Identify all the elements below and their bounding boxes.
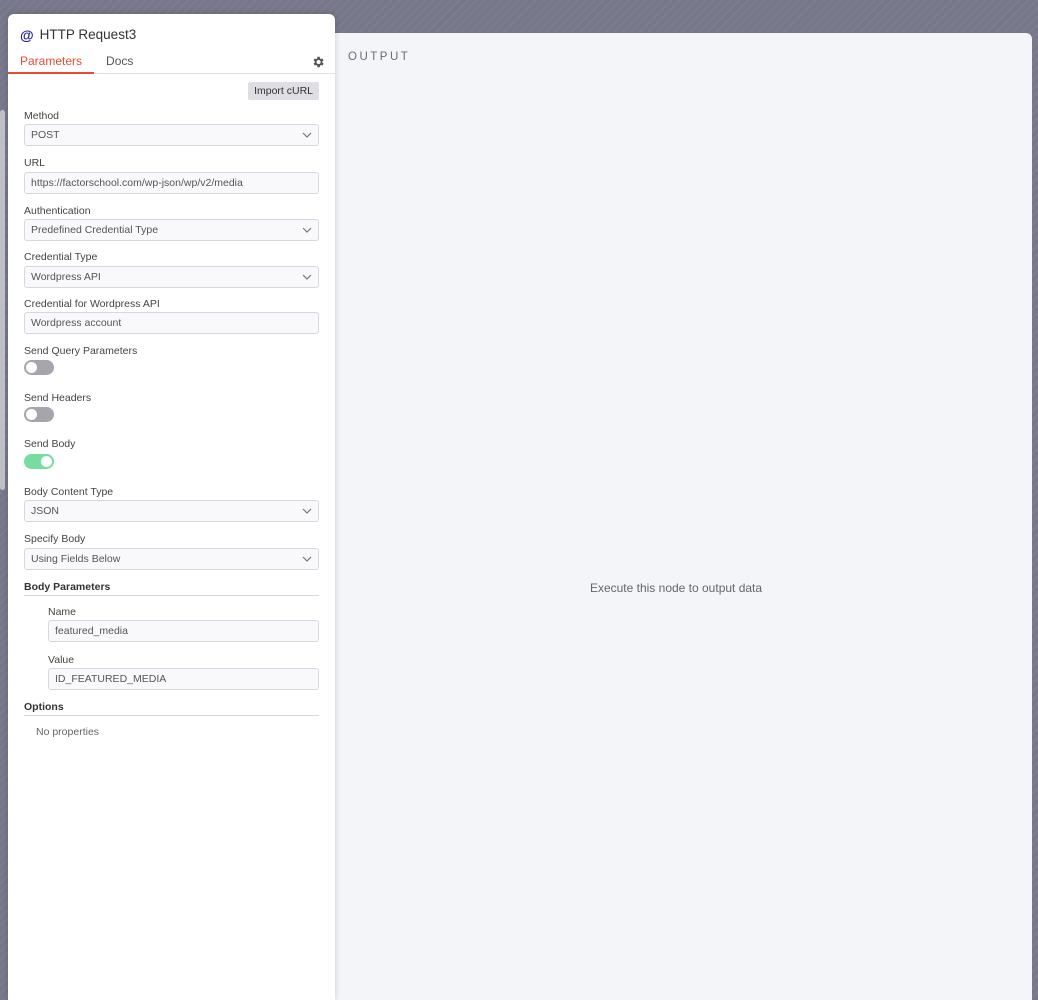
url-value: https://factorschool.com/wp-json/wp/v2/m… xyxy=(31,177,243,189)
credential-type-label: Credential Type xyxy=(24,251,98,263)
body-param-name-label: Name xyxy=(48,606,77,618)
options-title: Options xyxy=(24,701,319,716)
send-body-toggle[interactable] xyxy=(24,454,54,469)
parameters-panel: @ HTTP Request3 Parameters Docs Import c… xyxy=(0,14,335,1000)
credential-value: Wordpress account xyxy=(31,317,122,329)
toggle-knob xyxy=(41,456,52,467)
authentication-label: Authentication xyxy=(24,205,91,217)
tab-parameters[interactable]: Parameters xyxy=(8,54,95,74)
chevron-down-icon xyxy=(302,556,312,562)
specify-body-select[interactable]: Using Fields Below xyxy=(24,548,319,570)
authentication-value: Predefined Credential Type xyxy=(31,224,159,236)
credential-type-select[interactable]: Wordpress API xyxy=(24,266,319,288)
send-headers-label: Send Headers xyxy=(24,392,92,404)
body-param-name-input[interactable]: featured_media xyxy=(48,620,319,642)
tab-docs[interactable]: Docs xyxy=(94,54,145,74)
panel-header: @ HTTP Request3 Parameters Docs xyxy=(8,14,335,74)
toggle-knob xyxy=(26,362,37,373)
body-param-value-label: Value xyxy=(48,654,75,666)
chevron-down-icon xyxy=(302,132,312,138)
chevron-down-icon xyxy=(302,274,312,280)
url-label: URL xyxy=(24,157,46,169)
credential-select[interactable]: Wordpress account xyxy=(24,312,319,334)
toggle-knob xyxy=(26,409,37,420)
scrollbar-thumb[interactable] xyxy=(0,110,5,490)
send-query-toggle[interactable] xyxy=(24,360,54,375)
body-parameters-title: Body Parameters xyxy=(24,581,319,596)
url-input[interactable]: https://factorschool.com/wp-json/wp/v2/m… xyxy=(24,172,319,194)
node-title-text[interactable]: HTTP Request3 xyxy=(40,27,137,42)
node-title: @ HTTP Request3 xyxy=(20,27,136,42)
chevron-down-icon xyxy=(302,508,312,514)
credential-label: Credential for Wordpress API xyxy=(24,298,160,310)
gear-icon[interactable] xyxy=(311,55,325,69)
no-properties-text: No properties xyxy=(36,726,100,738)
body-content-type-label: Body Content Type xyxy=(24,486,114,498)
body-content-type-value: JSON xyxy=(31,505,60,517)
body-param-name-value: featured_media xyxy=(55,625,128,637)
output-title: OUTPUT xyxy=(348,51,411,63)
send-body-label: Send Body xyxy=(24,438,76,450)
send-headers-toggle[interactable] xyxy=(24,407,54,422)
method-label: Method xyxy=(24,110,60,122)
body-param-value-value: ID_FEATURED_MEDIA xyxy=(55,673,167,685)
method-select[interactable]: POST xyxy=(24,124,319,146)
output-panel: OUTPUT Execute this node to output data xyxy=(320,33,1032,1000)
tab-bar: Parameters Docs xyxy=(8,54,145,74)
send-query-label: Send Query Parameters xyxy=(24,345,138,357)
method-value: POST xyxy=(31,129,60,141)
at-icon: @ xyxy=(20,26,34,43)
body-content-type-select[interactable]: JSON xyxy=(24,500,319,522)
parameters-content: Import cURL Method POST URL https://fact… xyxy=(8,74,335,1000)
output-empty-message: Execute this node to output data xyxy=(589,581,763,595)
import-curl-button[interactable]: Import cURL xyxy=(248,82,319,100)
chevron-down-icon xyxy=(302,227,312,233)
specify-body-value: Using Fields Below xyxy=(31,553,121,565)
authentication-select[interactable]: Predefined Credential Type xyxy=(24,219,319,241)
body-param-value-input[interactable]: ID_FEATURED_MEDIA xyxy=(48,668,319,690)
credential-type-value: Wordpress API xyxy=(31,271,101,283)
specify-body-label: Specify Body xyxy=(24,533,86,545)
